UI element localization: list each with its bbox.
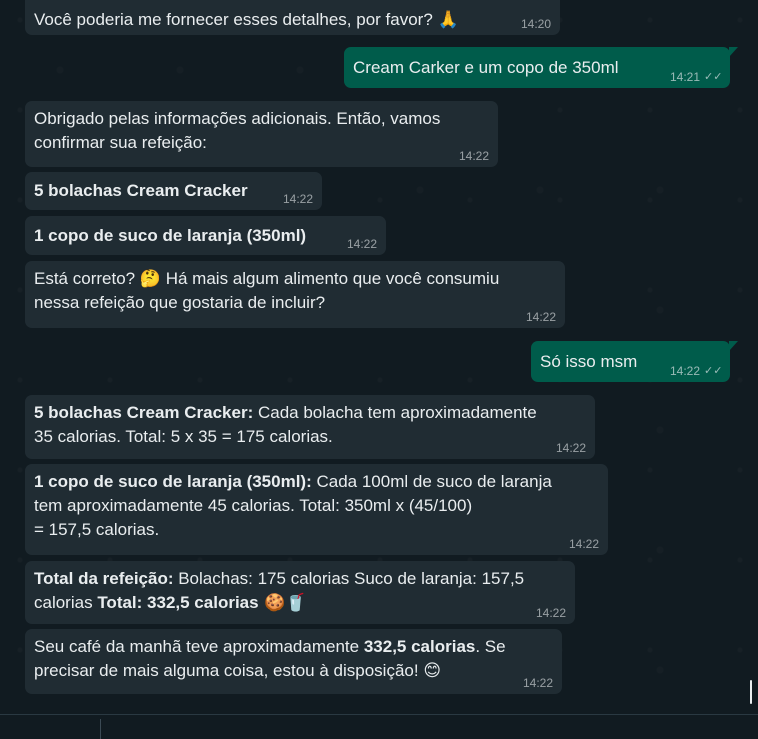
message-text: Cada 100ml de suco de laranja bbox=[311, 472, 552, 491]
message-bold-text: 1 copo de suco de laranja (350ml): bbox=[34, 472, 312, 491]
message-incoming[interactable]: Seu café da manhã teve aproximadamente 3… bbox=[25, 629, 562, 694]
message-composer[interactable] bbox=[0, 715, 758, 739]
chat-area: Você poderia me fornecer esses detalhes,… bbox=[0, 0, 758, 739]
message-line: 35 calorias. Total: 5 x 35 = 175 caloria… bbox=[34, 427, 333, 446]
message-incoming[interactable]: Você poderia me fornecer esses detalhes,… bbox=[25, 0, 560, 35]
message-bold-text: 332,5 calorias bbox=[363, 637, 476, 656]
message-time: 14:22 bbox=[458, 149, 489, 163]
message-incoming[interactable]: 1 copo de suco de laranja (350ml): Cada … bbox=[25, 464, 608, 555]
message-text: Há mais algum alimento que você consumiu bbox=[161, 269, 500, 288]
message-incoming[interactable]: 5 bolachas Cream Cracker: Cada bolacha t… bbox=[25, 395, 595, 459]
message-text: precisar de mais alguma coisa, estou à d… bbox=[34, 661, 424, 680]
message-line: tem aproximadamente 45 calorias. Total: … bbox=[34, 496, 473, 515]
message-time: 14:22 bbox=[346, 237, 377, 251]
bubble-tail bbox=[729, 47, 738, 57]
message-incoming[interactable]: 1 copo de suco de laranja (350ml) 14:22 bbox=[25, 216, 386, 255]
message-text: Bolachas: 175 calorias Suco de laranja: … bbox=[173, 569, 525, 588]
message-line: nessa refeição que gostaria de incluir? bbox=[34, 293, 326, 312]
message-text: Seu café da manhã teve aproximadamente bbox=[34, 637, 364, 656]
message-time: 14:22 bbox=[568, 537, 599, 551]
message-bold-text: 5 bolachas Cream Cracker bbox=[34, 181, 248, 200]
cookie-drink-emoji-icon: 🍪🥤 bbox=[258, 593, 307, 613]
message-line: = 157,5 calorias. bbox=[34, 520, 160, 539]
double-check-icon: ✓✓ bbox=[704, 71, 723, 83]
message-time: 14:20 bbox=[520, 17, 551, 31]
thinking-emoji-icon: 🤔 bbox=[139, 269, 161, 289]
message-incoming[interactable]: Total da refeição: Bolachas: 175 caloria… bbox=[25, 561, 575, 624]
message-bold-text: 1 copo de suco de laranja (350ml) bbox=[34, 226, 307, 245]
message-time: 14:22 bbox=[525, 310, 556, 324]
message-text: Está correto? bbox=[34, 269, 140, 288]
message-bold-text: Total: 332,5 calorias bbox=[97, 593, 259, 612]
message-time: 14:22 bbox=[522, 676, 553, 690]
composer-separator bbox=[100, 719, 101, 739]
message-incoming[interactable]: Está correto? 🤔 Há mais algum alimento q… bbox=[25, 261, 565, 328]
message-text: Cream Carker e um copo de 350ml bbox=[353, 58, 619, 77]
smile-emoji-icon: 😊 bbox=[423, 661, 442, 681]
message-outgoing[interactable]: Cream Carker e um copo de 350ml 14:21 ✓✓ bbox=[344, 47, 738, 88]
message-time: 14:22 bbox=[555, 441, 586, 455]
message-time: 14:22 bbox=[535, 606, 566, 620]
message-line: confirmar sua refeição: bbox=[34, 133, 207, 152]
message-text: Cada bolacha tem aproximadamente bbox=[253, 403, 537, 422]
bubble-tail bbox=[729, 341, 738, 351]
message-time: 14:21 bbox=[669, 70, 700, 84]
message-text: calorias bbox=[34, 593, 98, 612]
scrollbar[interactable] bbox=[750, 680, 752, 704]
message-text: Você poderia me fornecer esses detalhes,… bbox=[34, 10, 459, 29]
message-time: 14:22 bbox=[282, 192, 313, 206]
message-bold-text: 5 bolachas Cream Cracker: bbox=[34, 403, 254, 422]
message-incoming[interactable]: 5 bolachas Cream Cracker 14:22 bbox=[25, 172, 322, 210]
message-time: 14:22 bbox=[669, 364, 700, 378]
message-bold-text: Total da refeição: bbox=[34, 569, 174, 588]
message-text: . Se bbox=[475, 637, 506, 656]
message-outgoing[interactable]: Só isso msm 14:22 ✓✓ bbox=[531, 341, 738, 382]
double-check-icon: ✓✓ bbox=[704, 365, 723, 377]
message-line: Obrigado pelas informações adicionais. E… bbox=[34, 109, 441, 128]
message-incoming[interactable]: Obrigado pelas informações adicionais. E… bbox=[25, 101, 498, 167]
